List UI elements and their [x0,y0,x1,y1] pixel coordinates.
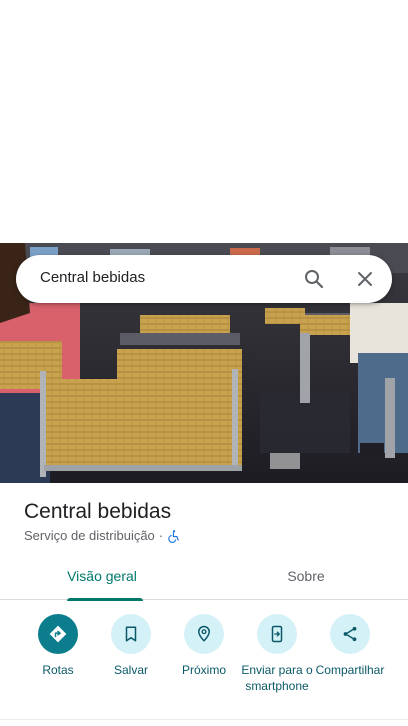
close-icon[interactable] [353,267,377,291]
tab-about-label: Sobre [287,568,325,584]
search-icon[interactable] [302,267,326,291]
save-label: Salvar [113,663,148,677]
nearby-label: Próximo [181,663,226,677]
send-to-phone-icon [257,614,297,654]
active-tab-indicator [67,598,143,601]
search-bar[interactable]: Central bebidas [16,255,392,303]
tab-overview-label: Visão geral [67,568,137,584]
separator-dot: · [158,528,164,543]
tab-about[interactable]: Sobre [204,556,408,600]
place-subtitle: Serviço de distribuição · [24,528,394,543]
nearby-icon [184,614,224,654]
place-title: Central bebidas [24,500,172,523]
share-button[interactable]: Compartilhar [310,614,390,678]
directions-icon [38,614,78,654]
nearby-button[interactable]: Próximo [164,614,244,678]
place-info: Central bebidas Serviço de distribuição … [24,500,394,543]
directions-label: Rotas [42,663,74,677]
blank-map-area [0,0,408,243]
divider [0,719,408,720]
search-input[interactable]: Central bebidas [40,269,145,286]
send-to-phone-label: Enviar para o smartphone [241,663,313,693]
share-label: Compartilhar [315,663,385,677]
share-icon [330,614,370,654]
send-to-phone-button[interactable]: Enviar para o smartphone [237,614,317,694]
save-button[interactable]: Salvar [91,614,171,678]
directions-button[interactable]: Rotas [18,614,98,678]
place-tabs: Visão geral Sobre [0,556,408,601]
place-category: Serviço de distribuição [24,528,155,543]
bookmark-icon [111,614,151,654]
wheelchair-accessible-icon [167,529,181,543]
tab-overview[interactable]: Visão geral [0,556,204,601]
action-buttons: Rotas Salvar Próximo Enviar para o smart… [0,614,408,714]
